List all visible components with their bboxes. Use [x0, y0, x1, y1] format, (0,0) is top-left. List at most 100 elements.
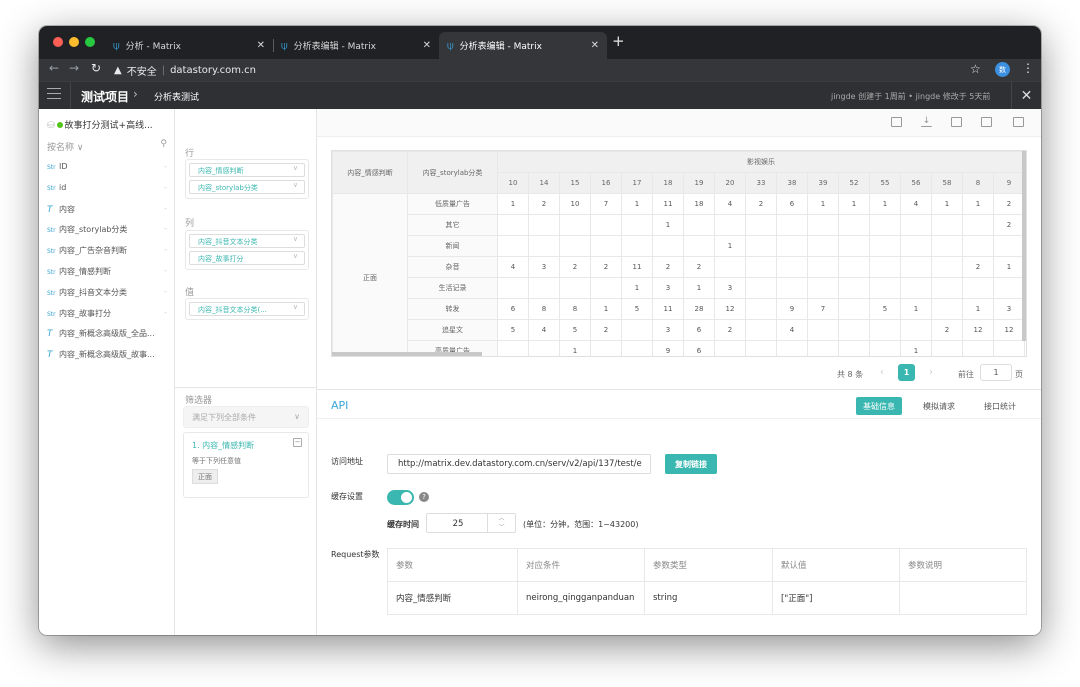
values-drop-zone[interactable]: 内容_抖音文本分类(... ∨: [185, 298, 309, 320]
tab-close-icon[interactable]: ✕: [591, 40, 599, 51]
table-cell: 3: [652, 319, 684, 341]
field-menu-icon[interactable]: -: [164, 183, 167, 192]
chevron-down-icon[interactable]: ∨: [293, 303, 298, 311]
field-menu-icon[interactable]: -: [164, 287, 167, 296]
row-chip[interactable]: 内容_storylab分类 ∨: [189, 180, 305, 194]
pagination-page-current[interactable]: 1: [898, 364, 915, 381]
pagination-next-icon[interactable]: ›: [929, 367, 933, 378]
tab-close-icon[interactable]: ✕: [423, 40, 431, 51]
url-text: datastory.com.cn: [170, 64, 257, 76]
field-item[interactable]: Str 内容_情感判断 -: [47, 266, 171, 282]
column-chip[interactable]: 内容_故事打分 ∨: [189, 251, 305, 265]
download-icon[interactable]: ↓: [921, 117, 932, 127]
columns-drop-zone[interactable]: 内容_抖音文本分类 ∨ 内容_故事打分 ∨: [185, 230, 309, 270]
tab-basic-info[interactable]: 基础信息: [856, 397, 902, 415]
field-item[interactable]: T 内容_新概念高级版_故事...: [47, 349, 171, 365]
main-panel: ↓ 内容_情感判断 内容_storylab分类 影视娱乐 10 14 15 16 17 18 19…: [317, 109, 1041, 635]
table-cell: 1: [652, 214, 684, 236]
horizontal-scrollbar[interactable]: [332, 352, 482, 356]
field-item[interactable]: T 内容_新概念高级版_全品...: [47, 328, 171, 344]
tab-close-icon[interactable]: ✕: [257, 40, 265, 51]
hamburger-menu-icon[interactable]: [47, 88, 61, 103]
field-item[interactable]: Str 内容_storylab分类 -: [47, 224, 171, 240]
search-icon[interactable]: ⚲: [160, 139, 167, 149]
project-title[interactable]: 测试项目: [81, 88, 129, 105]
table-cell: 内容_情感判断: [387, 581, 518, 615]
field-item[interactable]: Str 内容_抖音文本分类 -: [47, 287, 171, 303]
chevron-down-icon[interactable]: ∨: [74, 143, 84, 153]
back-arrow-icon[interactable]: ←: [49, 61, 59, 75]
table-cell: [745, 298, 777, 320]
copy-link-button[interactable]: 复制链接: [665, 454, 717, 474]
bookmark-star-icon[interactable]: ☆: [970, 62, 981, 76]
minimize-window-button[interactable]: [69, 37, 79, 47]
value-chip[interactable]: 内容_抖音文本分类(... ∨: [189, 302, 305, 316]
field-item[interactable]: Str 内容_广告杂音判断 -: [47, 245, 171, 261]
table-view-icon[interactable]: [891, 117, 902, 127]
table-cell: [745, 319, 777, 341]
fullscreen-icon[interactable]: [1013, 117, 1024, 127]
pivot-column-header: 52: [838, 172, 870, 194]
filter-card-title[interactable]: 1. 内容_情感判断: [192, 440, 254, 451]
api-url-field[interactable]: http://matrix.dev.datastory.com.cn/serv/…: [387, 454, 651, 474]
table-cell: [838, 235, 870, 257]
table-cell: neirong_qingganpanduan: [517, 581, 645, 615]
browser-menu-icon[interactable]: ⋮: [1022, 61, 1034, 75]
chevron-down-icon[interactable]: ∨: [293, 181, 298, 189]
chevron-down-icon[interactable]: ∨: [293, 164, 298, 172]
image-export-icon[interactable]: [951, 117, 962, 127]
chevron-down-icon[interactable]: ∨: [293, 252, 298, 260]
field-menu-icon[interactable]: -: [164, 204, 167, 213]
request-params-table: 参数 对应条件 参数类型 默认值 参数说明 内容_情感判断 neirong_qi…: [387, 548, 1027, 615]
help-icon[interactable]: ?: [419, 492, 429, 502]
field-item[interactable]: Str ID -: [47, 162, 171, 178]
field-menu-icon[interactable]: -: [164, 266, 167, 275]
tab-api-stats[interactable]: 接口统计: [977, 397, 1023, 415]
field-menu-icon[interactable]: -: [164, 245, 167, 254]
rows-drop-zone[interactable]: 内容_情感判断 ∨ 内容_storylab分类 ∨: [185, 159, 309, 199]
filter-value-tag[interactable]: 正面: [192, 469, 218, 484]
browser-tab-3-active[interactable]: ⍦ 分析表编辑 - Matrix ✕: [439, 32, 607, 59]
url-field[interactable]: ▲ 不安全 | datastory.com.cn: [114, 61, 256, 79]
field-item[interactable]: Str 内容_故事打分 -: [47, 308, 171, 324]
cache-toggle[interactable]: [387, 490, 414, 505]
vertical-scrollbar[interactable]: [1022, 151, 1026, 341]
table-cell: [900, 277, 932, 299]
stepper-arrows-icon[interactable]: ︿ ﹀: [487, 514, 515, 532]
row-chip[interactable]: 内容_情感判断 ∨: [189, 163, 305, 177]
dataset-selector[interactable]: ⛁ 故事打分测试+高线...: [47, 118, 153, 131]
field-menu-icon[interactable]: -: [164, 162, 167, 171]
table-cell: 1: [621, 193, 653, 215]
tab-mock-request[interactable]: 模拟请求: [916, 397, 962, 415]
browser-tab-1[interactable]: ⍦ 分析 - Matrix ✕: [105, 32, 273, 59]
collapse-icon[interactable]: −: [293, 438, 302, 447]
table-cell: [931, 256, 963, 278]
chevron-down-icon[interactable]: ∨: [293, 235, 298, 243]
maximize-window-button[interactable]: [85, 37, 95, 47]
browser-tab-2[interactable]: ⍦ 分析表编辑 - Matrix ✕: [273, 32, 439, 59]
field-list-panel: ⛁ 故事打分测试+高线... 按名称 ∨ ⚲ Str ID - Str id - T 内容 - St…: [39, 109, 175, 635]
pagination-goto-input[interactable]: 1: [980, 364, 1012, 381]
new-tab-icon[interactable]: +: [612, 32, 625, 50]
pivot-column-header: 15: [559, 172, 591, 194]
field-menu-icon[interactable]: -: [164, 308, 167, 317]
close-window-button[interactable]: [53, 37, 63, 47]
filter-mode-select[interactable]: 满足下列全部条件 ∨: [183, 406, 309, 428]
table-row: 杂音 4 3 2 2 11 2 2 2 1: [333, 256, 1025, 278]
forward-arrow-icon[interactable]: →: [69, 61, 79, 75]
close-editor-icon[interactable]: ✕: [1011, 82, 1041, 110]
table-cell: [776, 256, 808, 278]
field-item[interactable]: T 内容 -: [47, 204, 171, 220]
chevron-down-icon: ∨: [294, 412, 300, 421]
reload-icon[interactable]: ↻: [91, 61, 101, 75]
pagination-prev-icon[interactable]: ‹: [880, 367, 884, 378]
filter-card: 1. 内容_情感判断 − 等于下列任意值 正面: [183, 432, 309, 498]
column-chip[interactable]: 内容_抖音文本分类 ∨: [189, 234, 305, 248]
field-item[interactable]: Str id -: [47, 183, 171, 199]
profile-avatar[interactable]: 数: [995, 62, 1010, 77]
table-cell: [497, 340, 529, 356]
sort-dropdown[interactable]: 按名称: [47, 143, 74, 153]
cache-time-stepper[interactable]: 25 ︿ ﹀: [426, 513, 516, 533]
list-view-icon[interactable]: [981, 117, 992, 127]
field-menu-icon[interactable]: -: [164, 224, 167, 233]
